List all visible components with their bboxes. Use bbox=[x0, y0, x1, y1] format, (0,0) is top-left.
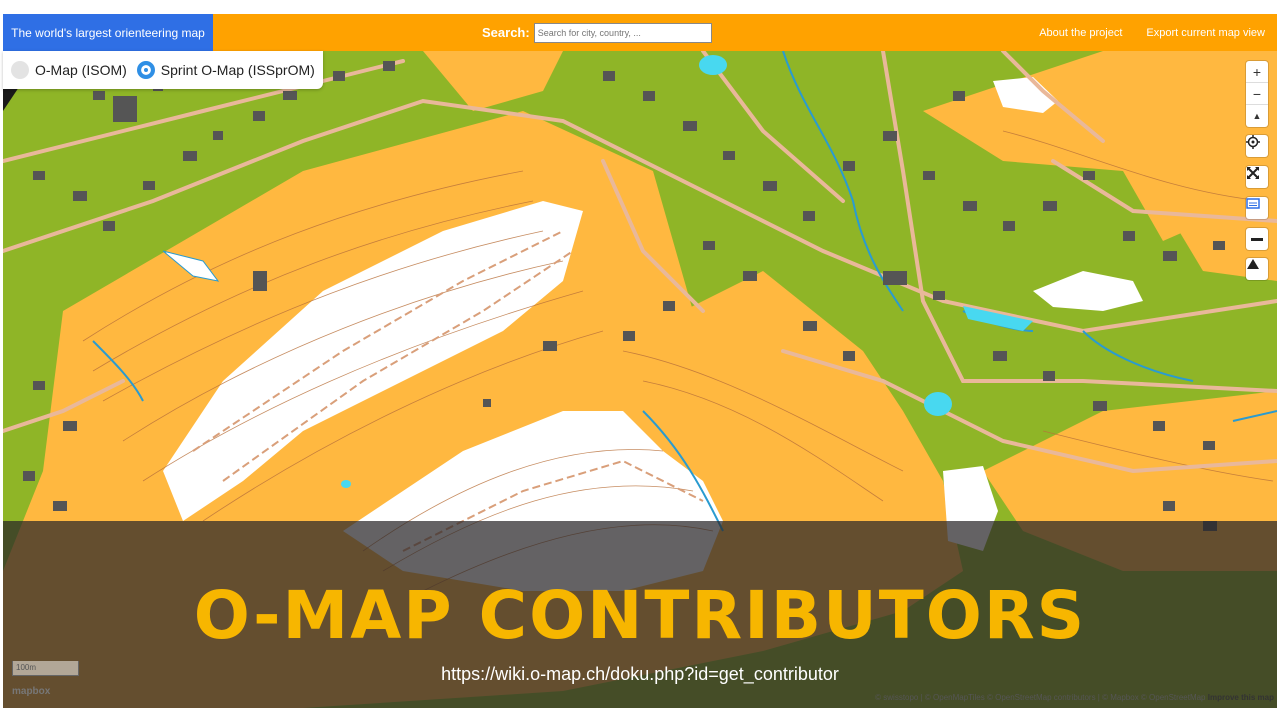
terrain-icon bbox=[1247, 259, 1259, 269]
fullscreen-control bbox=[1246, 166, 1268, 188]
layers-button[interactable] bbox=[1246, 197, 1268, 219]
compass-button[interactable]: ▲ bbox=[1246, 105, 1268, 127]
attribution-text[interactable]: © swisstopo | © OpenMapTiles © OpenStree… bbox=[875, 693, 1205, 702]
mapbox-logo[interactable]: mapbox bbox=[12, 686, 50, 697]
search-input[interactable] bbox=[533, 22, 712, 43]
about-link[interactable]: About the project bbox=[1039, 27, 1122, 39]
banner-url: https://wiki.o-map.ch/doku.php?id=get_co… bbox=[441, 664, 839, 684]
terrain-control bbox=[1246, 258, 1268, 280]
title-banner: O-MAP CONTRIBUTORS https://wiki.o-map.ch… bbox=[3, 521, 1277, 708]
locate-control bbox=[1246, 135, 1268, 157]
scale-bar: 100m bbox=[12, 661, 79, 676]
layer-selector: O-Map (ISOM) Sprint O-Map (ISSprOM) bbox=[3, 51, 323, 89]
fullscreen-icon bbox=[1247, 167, 1259, 179]
map-attribution: © swisstopo | © OpenMapTiles © OpenStree… bbox=[875, 693, 1274, 702]
search-label: Search: bbox=[482, 25, 530, 40]
fullscreen-button[interactable] bbox=[1246, 166, 1268, 188]
minus-control bbox=[1246, 228, 1268, 250]
layer-radio-isom[interactable] bbox=[11, 61, 29, 79]
minus-icon bbox=[1251, 237, 1263, 241]
site-title[interactable]: The world's largest orienteering map bbox=[3, 14, 213, 51]
improve-map-link[interactable]: Improve this map bbox=[1208, 693, 1274, 702]
crosshair-icon bbox=[1246, 135, 1260, 149]
minus-button[interactable] bbox=[1246, 228, 1268, 250]
banner-title: O-MAP CONTRIBUTORS bbox=[193, 577, 1087, 654]
layer-label-isom[interactable]: O-Map (ISOM) bbox=[35, 62, 127, 78]
layers-icon bbox=[1246, 198, 1260, 209]
export-link[interactable]: Export current map view bbox=[1146, 27, 1265, 39]
zoom-controls: + − ▲ bbox=[1246, 61, 1268, 127]
compass-icon: ▲ bbox=[1252, 111, 1262, 121]
search-area: Search: bbox=[482, 14, 712, 51]
top-bar: The world's largest orienteering map Sea… bbox=[3, 14, 1277, 51]
locate-button[interactable] bbox=[1246, 135, 1268, 157]
layer-label-issprom[interactable]: Sprint O-Map (ISSprOM) bbox=[161, 62, 315, 78]
top-links: About the project Export current map vie… bbox=[1039, 14, 1265, 51]
zoom-in-button[interactable]: + bbox=[1246, 61, 1268, 83]
terrain-button[interactable] bbox=[1246, 258, 1268, 280]
layer-radio-issprom[interactable] bbox=[136, 61, 155, 79]
layers-control bbox=[1246, 197, 1268, 219]
zoom-out-button[interactable]: − bbox=[1246, 83, 1268, 105]
